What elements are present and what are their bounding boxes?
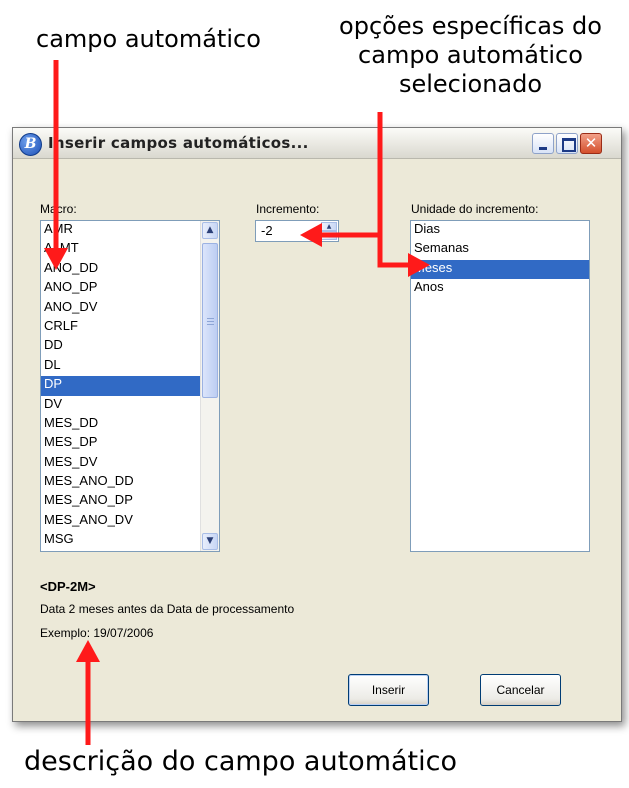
close-icon: ✕ (584, 134, 598, 152)
list-item[interactable]: MES_ANO_DD (41, 473, 201, 492)
macro-items: AMR A_MT ANO_DD ANO_DP ANO_DV CRLF DD DL DP DV MES… (41, 221, 201, 551)
close-button[interactable]: ✕ (580, 133, 602, 154)
list-item[interactable]: ANO_DP (41, 279, 201, 298)
list-item[interactable]: Meses (411, 259, 589, 280)
incremento-label: Incremento: (256, 202, 320, 216)
macro-list[interactable]: AMR A_MT ANO_DD ANO_DP ANO_DV CRLF DD DL DP DV MES… (40, 220, 220, 552)
dialog-window: B Inserir campos automáticos... ✕ Macro:… (12, 127, 622, 722)
list-item[interactable]: MES_ANO_DP (41, 492, 201, 511)
chevron-up-icon: ▲ (206, 225, 214, 235)
grip-icon (207, 324, 214, 325)
insert-button[interactable]: Inserir (348, 674, 429, 706)
incremento-value[interactable]: -2 (261, 223, 273, 238)
description-title: <DP-2M> (40, 579, 96, 594)
list-item[interactable]: DL (41, 357, 201, 376)
scroll-up-button[interactable]: ▲ (202, 222, 218, 239)
title-bar[interactable]: B Inserir campos automáticos... ✕ (13, 128, 621, 159)
list-item[interactable]: MSG (41, 531, 201, 550)
list-item[interactable]: AMR (41, 221, 201, 240)
grip-icon (207, 318, 214, 319)
maximize-icon (562, 138, 576, 152)
incremento-stepper[interactable]: -2 ▲ ▼ (255, 220, 339, 242)
chevron-down-icon: ▼ (206, 536, 214, 546)
unidade-items: Dias Semanas Meses Anos (411, 221, 589, 299)
list-item[interactable]: MES_ANO_DV (41, 512, 201, 531)
list-item[interactable]: ANO_DV (41, 299, 201, 318)
macro-label: Macro: (40, 202, 77, 216)
list-item[interactable]: MES_DP (41, 434, 201, 453)
annotation-macro-label: campo automático (36, 25, 261, 53)
maximize-button[interactable] (556, 133, 578, 154)
list-item[interactable]: Dias (411, 221, 589, 240)
annotation-description-label: descrição do campo automático (24, 746, 457, 777)
app-icon: B (19, 133, 42, 156)
minimize-button[interactable] (532, 133, 554, 154)
list-item[interactable]: ANO_DD (41, 260, 201, 279)
chevron-up-icon: ▲ (326, 223, 332, 230)
annotation-options-label: opções específicas do campo automático s… (339, 12, 602, 98)
list-item[interactable]: A_MT (41, 240, 201, 259)
list-item[interactable]: MES_DV (41, 454, 201, 473)
increment-down-button[interactable]: ▼ (321, 231, 337, 240)
description-text: Data 2 meses antes da Data de processame… (40, 602, 295, 616)
list-item[interactable]: Anos (411, 279, 589, 298)
increment-up-button[interactable]: ▲ (321, 222, 337, 231)
cancel-button[interactable]: Cancelar (480, 674, 561, 706)
window-title: Inserir campos automáticos... (48, 134, 309, 152)
list-item[interactable]: DP (41, 376, 201, 396)
unidade-list[interactable]: Dias Semanas Meses Anos (410, 220, 590, 552)
chevron-down-icon: ▼ (326, 232, 332, 239)
macro-scrollbar[interactable]: ▲ ▼ (200, 221, 219, 551)
list-item[interactable]: CRLF (41, 318, 201, 337)
minimize-icon (539, 147, 547, 150)
scroll-thumb[interactable] (202, 243, 218, 398)
list-item[interactable]: MES_DD (41, 415, 201, 434)
unidade-label: Unidade do incremento: (411, 202, 539, 216)
list-item[interactable]: DV (41, 396, 201, 415)
grip-icon (207, 321, 214, 322)
list-item[interactable]: DD (41, 337, 201, 356)
list-item[interactable]: Semanas (411, 240, 589, 259)
description-example: Exemplo: 19/07/2006 (40, 626, 154, 640)
scroll-down-button[interactable]: ▼ (202, 533, 218, 550)
